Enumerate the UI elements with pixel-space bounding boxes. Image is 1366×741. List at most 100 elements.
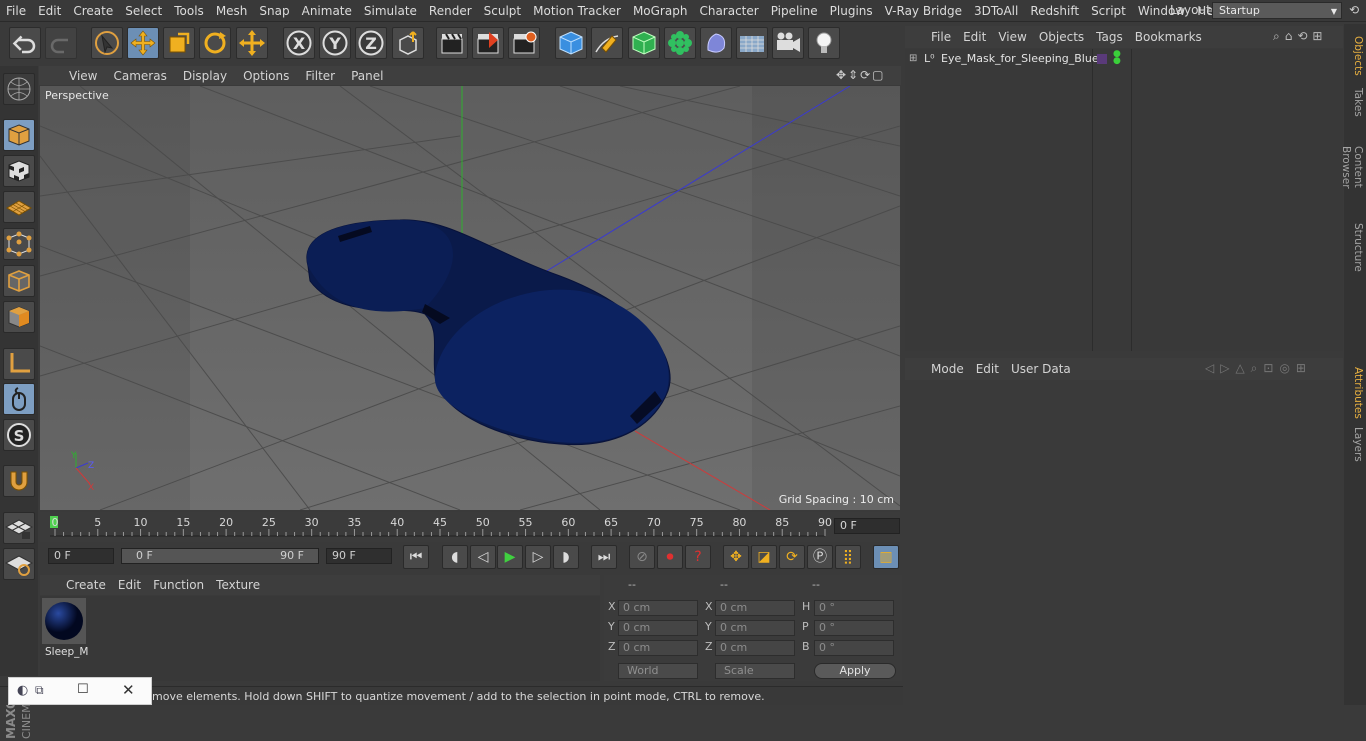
render-picture-viewer-button[interactable] xyxy=(472,27,504,59)
key-rotation-button[interactable]: ⟳ xyxy=(779,545,805,569)
transform-tool-button[interactable] xyxy=(236,27,268,59)
attr-nav-icons[interactable]: ◁▷△⌕⊡◎⊞ xyxy=(1205,361,1312,376)
menu-file[interactable]: File xyxy=(0,0,32,22)
undo-button[interactable] xyxy=(9,27,41,59)
objects-menu-tags[interactable]: Tags xyxy=(1090,30,1129,44)
snap-button[interactable]: S xyxy=(3,419,35,451)
tab-objects[interactable]: Objects xyxy=(1346,30,1364,82)
expand-icon[interactable]: ⊞ xyxy=(909,53,917,64)
rotation-b-field[interactable]: 0 ° xyxy=(814,640,894,656)
objects-menu-objects[interactable]: Objects xyxy=(1033,30,1090,44)
viewport-menu-view[interactable]: View xyxy=(61,69,105,83)
menu-plugins[interactable]: Plugins xyxy=(824,0,879,22)
workplane-lock-button[interactable] xyxy=(3,512,35,544)
redo-button[interactable] xyxy=(45,27,77,59)
edges-mode-button[interactable] xyxy=(3,265,35,297)
viewport-menu-cameras[interactable]: Cameras xyxy=(105,69,174,83)
rotate-tool-button[interactable] xyxy=(199,27,231,59)
texture-mode-button[interactable] xyxy=(3,155,35,187)
previous-frame-button[interactable]: ◁ xyxy=(470,545,496,569)
menu-select[interactable]: Select xyxy=(119,0,168,22)
next-frame-button[interactable]: ▷ xyxy=(525,545,551,569)
material-menu-create[interactable]: Create xyxy=(60,578,112,592)
tweak-mode-button[interactable] xyxy=(3,383,35,415)
key-scale-button[interactable]: ◪ xyxy=(751,545,777,569)
menu-sculpt[interactable]: Sculpt xyxy=(478,0,527,22)
menu-character[interactable]: Character xyxy=(693,0,764,22)
restore-layout-icon[interactable]: ⟲ xyxy=(1349,3,1363,17)
current-frame-field[interactable]: 0 F xyxy=(834,518,900,534)
polygons-mode-button[interactable] xyxy=(3,301,35,333)
menu-motion-tracker[interactable]: Motion Tracker xyxy=(527,0,627,22)
tab-takes[interactable]: Takes xyxy=(1346,86,1364,118)
record-keys-button[interactable]: ⊘ xyxy=(629,545,655,569)
objects-menu-view[interactable]: View xyxy=(992,30,1032,44)
y-axis-lock-button[interactable]: Y xyxy=(319,27,351,59)
timeline-window-button[interactable]: ▥ xyxy=(873,545,899,569)
menu-vray-bridge[interactable]: V-Ray Bridge xyxy=(879,0,968,22)
go-to-start-button[interactable]: ⏮ xyxy=(403,545,429,569)
layer-color-swatch[interactable] xyxy=(1097,54,1107,64)
keyframe-selection-button[interactable]: ? xyxy=(685,545,711,569)
key-position-button[interactable]: ✥ xyxy=(723,545,749,569)
live-selection-button[interactable] xyxy=(91,27,123,59)
menu-create[interactable]: Create xyxy=(67,0,119,22)
menu-simulate[interactable]: Simulate xyxy=(358,0,423,22)
position-z-field[interactable]: 0 cm xyxy=(618,640,698,656)
position-y-field[interactable]: 0 cm xyxy=(618,620,698,636)
viewport-menu-options[interactable]: Options xyxy=(235,69,297,83)
z-axis-lock-button[interactable]: Z xyxy=(355,27,387,59)
menu-tools[interactable]: Tools xyxy=(168,0,210,22)
menu-edit[interactable]: Edit xyxy=(32,0,67,22)
menu-mograph[interactable]: MoGraph xyxy=(627,0,694,22)
coordinate-system-button[interactable] xyxy=(392,27,424,59)
viewport-navigation-icons[interactable]: ✥⇕⟳▢ xyxy=(836,68,898,82)
scale-dropdown[interactable]: Scale xyxy=(715,663,795,679)
x-axis-lock-button[interactable]: X xyxy=(283,27,315,59)
size-y-field[interactable]: 0 cm xyxy=(715,620,795,636)
material-menu-edit[interactable]: Edit xyxy=(112,578,147,592)
subdivision-surface-button[interactable] xyxy=(628,27,660,59)
model-mode-button[interactable] xyxy=(3,119,35,151)
cloner-button[interactable] xyxy=(664,27,696,59)
autokeying-button[interactable]: ⏺ xyxy=(657,545,683,569)
locked-workplane-button[interactable] xyxy=(3,548,35,580)
material-menu-function[interactable]: Function xyxy=(147,578,210,592)
start-frame-field[interactable]: 0 F xyxy=(48,548,114,564)
attr-menu-mode[interactable]: Mode xyxy=(925,362,970,376)
material-swatch[interactable]: Sleep_M xyxy=(42,598,88,658)
layout-select[interactable]: Startup xyxy=(1212,2,1342,19)
visibility-dots-icon[interactable]: ● ● xyxy=(1113,50,1121,66)
camera-button[interactable] xyxy=(772,27,804,59)
render-settings-button[interactable] xyxy=(508,27,540,59)
menu-script[interactable]: Script xyxy=(1085,0,1132,22)
world-dropdown[interactable]: World xyxy=(618,663,698,679)
timeline-ruler[interactable]: 0 5 10 15 20 25 30 35 40 45 50 55 60 65 70 75 80 85 90 xyxy=(40,512,900,542)
viewport-menu-panel[interactable]: Panel xyxy=(343,69,391,83)
go-to-end-button[interactable]: ⏭ xyxy=(591,545,617,569)
rotation-h-field[interactable]: 0 ° xyxy=(814,600,894,616)
make-editable-button[interactable] xyxy=(3,73,35,105)
object-row[interactable]: ⊞ L⁰ Eye_Mask_for_Sleeping_Blue ● ● xyxy=(905,50,1343,69)
rotation-p-field[interactable]: 0 ° xyxy=(814,620,894,636)
size-z-field[interactable]: 0 cm xyxy=(715,640,795,656)
menu-redshift[interactable]: Redshift xyxy=(1024,0,1085,22)
end-frame-field[interactable]: 90 F xyxy=(326,548,392,564)
light-button[interactable] xyxy=(808,27,840,59)
key-parameter-button[interactable]: Ⓟ xyxy=(807,545,833,569)
next-keyframe-button[interactable]: ◗ xyxy=(553,545,579,569)
objects-menu-bookmarks[interactable]: Bookmarks xyxy=(1129,30,1208,44)
close-icon[interactable]: ✕ xyxy=(122,681,135,699)
position-x-field[interactable]: 0 cm xyxy=(618,600,698,616)
viewport-menu-filter[interactable]: Filter xyxy=(297,69,343,83)
magnet-button[interactable] xyxy=(3,465,35,497)
apply-button[interactable]: Apply xyxy=(814,663,896,679)
workplane-mode-button[interactable] xyxy=(3,191,35,223)
deformer-button[interactable] xyxy=(700,27,732,59)
preview-range-slider[interactable]: 0 F 90 F xyxy=(121,548,319,564)
play-button[interactable]: ▶ xyxy=(497,545,523,569)
menu-3dtoall[interactable]: 3DToAll xyxy=(968,0,1024,22)
search-home-icons[interactable]: ⌕⌂⟲⊞ xyxy=(1273,29,1327,44)
object-name[interactable]: Eye_Mask_for_Sleeping_Blue xyxy=(941,52,1099,65)
scale-tool-button[interactable] xyxy=(163,27,195,59)
